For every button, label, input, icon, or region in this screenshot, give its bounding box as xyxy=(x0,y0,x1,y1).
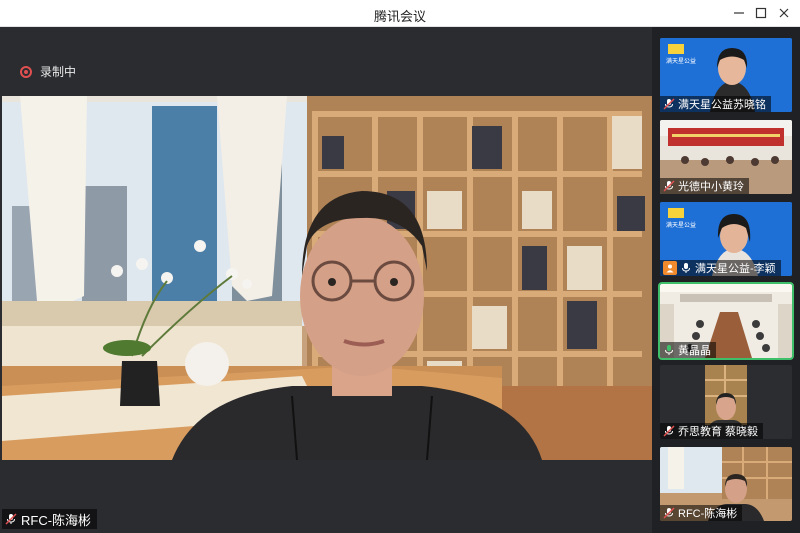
close-button[interactable] xyxy=(773,3,795,23)
participant-badge: 满天星公益 xyxy=(666,59,697,65)
mic-muted-icon xyxy=(663,180,675,192)
participant-tile-active-speaker[interactable]: 黄晶晶 xyxy=(658,282,794,360)
participant-name: 满天星公益苏晓铭 xyxy=(678,99,766,111)
participant-name-tag: 满天星公益苏晓铭 xyxy=(660,96,771,112)
record-icon xyxy=(20,65,32,78)
participant-name-tag: 黄晶晶 xyxy=(660,342,716,358)
close-icon xyxy=(779,8,789,18)
participant-name: 黄晶晶 xyxy=(678,345,711,357)
meeting-window: 腾讯会议 录制中 RFC-陈海彬 满天星公益 满天星公益苏晓铭 光德中小黄玲 满… xyxy=(0,0,800,533)
main-participant-name-tag: RFC-陈海彬 xyxy=(2,509,98,529)
mic-muted-icon xyxy=(5,513,17,525)
profile-icon xyxy=(663,261,677,275)
participant-name: 满天星公益-李颖 xyxy=(695,263,776,275)
participant-sidebar: 满天星公益 满天星公益苏晓铭 光德中小黄玲 满天星公益 满天星公益-李颖 黄晶晶… xyxy=(652,27,800,533)
window-title: 腾讯会议 xyxy=(373,9,426,24)
participant-tile[interactable]: 满天星公益 满天星公益苏晓铭 xyxy=(660,38,792,112)
mic-muted-icon xyxy=(663,425,675,437)
participant-name: RFC-陈海彬 xyxy=(678,508,738,520)
participant-name-tag: RFC-陈海彬 xyxy=(660,505,743,521)
main-participant-name: RFC-陈海彬 xyxy=(21,512,92,528)
minimize-icon xyxy=(734,12,744,14)
maximize-button[interactable] xyxy=(750,3,772,23)
participant-tile[interactable]: 乔思教育 蔡晓毅 xyxy=(660,365,792,439)
recording-indicator[interactable]: 录制中 xyxy=(20,63,76,80)
participant-name-tag: 光德中小黄玲 xyxy=(660,178,749,194)
mic-active-icon xyxy=(665,345,673,355)
participant-name: 光德中小黄玲 xyxy=(678,181,744,193)
main-stage: 录制中 RFC-陈海彬 xyxy=(2,27,652,531)
title-bar: 腾讯会议 xyxy=(0,0,800,27)
recording-label: 录制中 xyxy=(40,65,77,79)
main-video[interactable] xyxy=(2,96,652,460)
main-video-frame xyxy=(2,96,652,460)
participant-tile[interactable]: 光德中小黄玲 xyxy=(660,120,792,194)
mic-muted-icon xyxy=(663,507,675,519)
maximize-icon xyxy=(755,7,767,19)
participant-name-tag: 满天星公益-李颖 xyxy=(660,260,781,276)
mic-icon xyxy=(682,263,690,273)
participant-tile[interactable]: RFC-陈海彬 xyxy=(660,447,792,521)
participant-name: 乔思教育 蔡晓毅 xyxy=(678,426,759,438)
participant-name-tag: 乔思教育 蔡晓毅 xyxy=(660,423,764,439)
participant-badge: 满天星公益 xyxy=(666,223,697,229)
participant-tile[interactable]: 满天星公益 满天星公益-李颖 xyxy=(660,202,792,276)
minimize-button[interactable] xyxy=(728,3,750,23)
mic-muted-icon xyxy=(663,98,675,110)
